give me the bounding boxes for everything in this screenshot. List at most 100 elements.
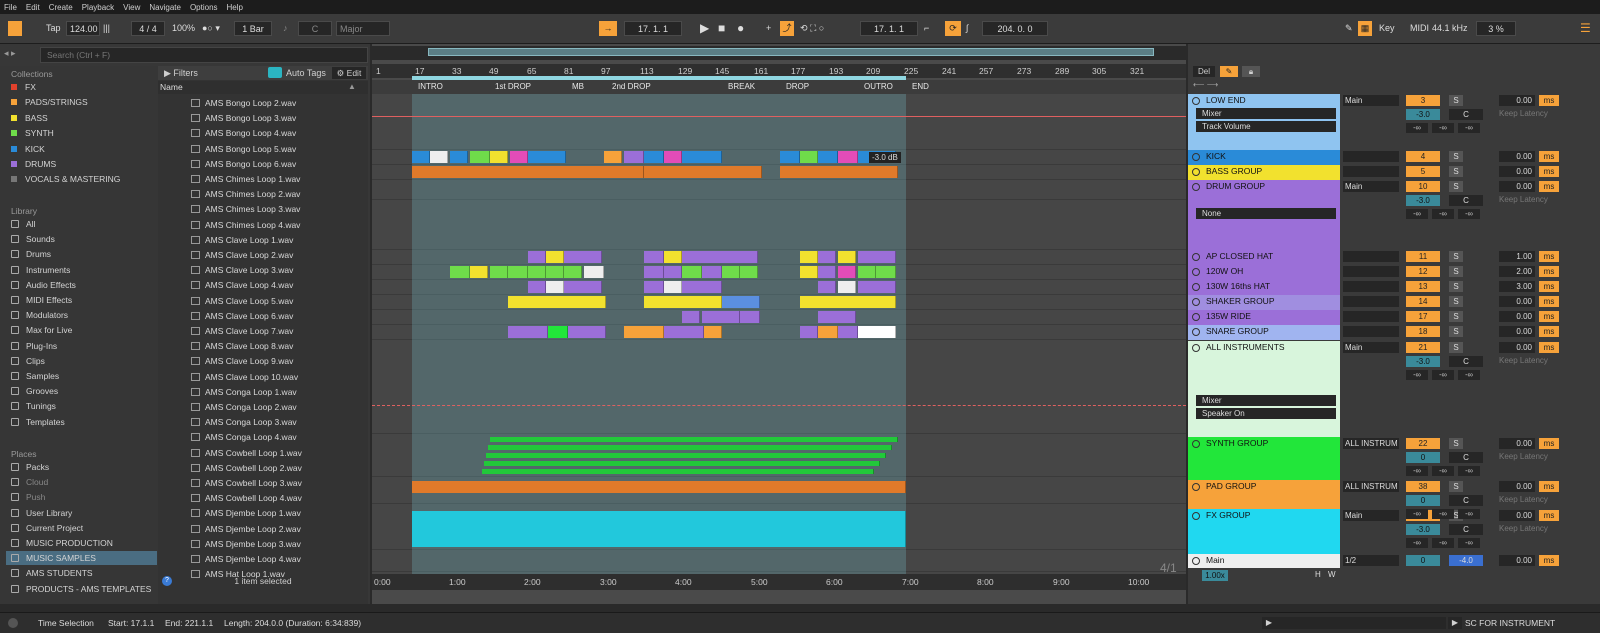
file-item[interactable]: AMS Bongo Loop 4.wav [191, 126, 296, 140]
clip[interactable] [858, 251, 896, 263]
library-item[interactable]: Modulators [11, 308, 157, 322]
file-item[interactable]: AMS Cowbell Loop 2.wav [191, 461, 302, 475]
h-button[interactable]: H [1315, 570, 1321, 579]
capture-icon[interactable]: ⟲ ⛶ ○ [800, 21, 824, 36]
tempo-rate[interactable]: 1.00x [1202, 570, 1228, 581]
track-activator[interactable]: 5 [1406, 166, 1440, 177]
places-item[interactable]: MUSIC SAMPLES [6, 551, 157, 566]
menu-item-options[interactable]: Options [190, 3, 218, 12]
track-activator[interactable]: 38 [1406, 481, 1440, 492]
track-delay[interactable]: 0.00 [1499, 151, 1535, 162]
delay-unit[interactable]: ms [1539, 555, 1559, 566]
track-volume[interactable]: 0 [1406, 452, 1440, 463]
delay-unit[interactable]: ms [1539, 181, 1559, 192]
key-select[interactable]: C [298, 21, 332, 36]
auto-tags-icon[interactable] [268, 67, 282, 78]
track-delay[interactable]: 0.00 [1499, 181, 1535, 192]
collection-item[interactable]: KICK [11, 142, 157, 156]
clip[interactable] [490, 151, 508, 163]
clip[interactable] [838, 151, 858, 163]
collection-item[interactable]: PADS/STRINGS [11, 95, 157, 109]
library-item[interactable]: Audio Effects [11, 278, 157, 292]
locator-marker[interactable]: 2nd DROP [606, 82, 651, 91]
arrangement-view[interactable]: 1 17 33 49 65 81 97 113 129 145 161 177 193 209 225 241… [372, 44, 1186, 604]
library-item[interactable]: Samples [11, 369, 157, 383]
record-icon[interactable]: ● [737, 21, 744, 36]
track-fold-icon[interactable] [1192, 440, 1200, 448]
output-routing[interactable]: ALL INSTRUM [1343, 481, 1399, 492]
clip[interactable] [564, 251, 602, 263]
menu-item-create[interactable]: Create [49, 3, 73, 12]
library-item[interactable]: Instruments [11, 263, 157, 277]
clip[interactable] [490, 266, 508, 278]
clip[interactable] [838, 326, 858, 338]
search-input[interactable]: Search (Ctrl + F) [40, 47, 368, 63]
track-lanes[interactable] [372, 94, 1186, 590]
clip[interactable] [644, 281, 664, 293]
clip[interactable] [818, 151, 838, 163]
output-routing[interactable] [1343, 266, 1399, 277]
delay-unit[interactable]: ms [1539, 166, 1559, 177]
clip[interactable] [682, 281, 722, 293]
main-track[interactable]: Main [1188, 554, 1340, 568]
library-item[interactable]: MIDI Effects [11, 293, 157, 307]
file-item[interactable]: AMS Clave Loop 3.wav [191, 263, 293, 277]
file-item[interactable]: AMS Clave Loop 6.wav [191, 309, 293, 323]
track-delay[interactable]: 0.00 [1499, 166, 1535, 177]
track-delay[interactable]: 1.00 [1499, 251, 1535, 262]
clip[interactable] [722, 296, 760, 308]
mixer-track[interactable]: 130W 16ths HAT [1188, 280, 1340, 295]
clip[interactable] [450, 151, 468, 163]
solo-button[interactable]: S [1449, 95, 1463, 106]
locator-marker[interactable]: END [906, 82, 929, 91]
file-item[interactable]: AMS Bongo Loop 5.wav [191, 142, 296, 156]
clip[interactable] [624, 326, 664, 338]
menu-icon[interactable]: ☰ [1580, 21, 1591, 36]
track-volume[interactable]: -3.0 [1406, 195, 1440, 206]
main-volume[interactable]: 0 [1406, 555, 1440, 566]
file-item[interactable]: AMS Cowbell Loop 3.wav [191, 476, 302, 490]
delay-unit[interactable]: ms [1539, 311, 1559, 322]
track-activator[interactable]: 4 [1406, 151, 1440, 162]
track-fold-icon[interactable] [1192, 483, 1200, 491]
clip[interactable] [546, 266, 564, 278]
collection-item[interactable]: FX [11, 80, 157, 94]
track-fold-icon[interactable] [1192, 344, 1200, 352]
track-pan[interactable]: C [1449, 495, 1483, 506]
device-chooser[interactable]: None [1196, 208, 1336, 219]
w-button[interactable]: W [1328, 570, 1336, 579]
track-fold-icon[interactable] [1192, 328, 1200, 336]
file-item[interactable]: AMS Clave Loop 7.wav [191, 324, 293, 338]
clip[interactable] [482, 469, 874, 474]
track-fold-icon[interactable] [1192, 183, 1200, 191]
mixer-track[interactable]: FX GROUP [1188, 509, 1340, 554]
clip[interactable] [858, 326, 896, 338]
library-item[interactable]: Drums [11, 247, 157, 261]
clip[interactable] [484, 461, 880, 466]
midi-map-button[interactable]: MIDI [1410, 21, 1429, 36]
locator-marker[interactable]: BREAK [722, 82, 755, 91]
delay-unit[interactable]: ms [1539, 326, 1559, 337]
mixer-track[interactable]: AP CLOSED HAT [1188, 250, 1340, 265]
overview-bar[interactable] [372, 46, 1186, 60]
main-routing[interactable]: 1/2 [1343, 555, 1399, 566]
mixer-track[interactable]: PAD GROUP [1188, 480, 1340, 509]
track-volume[interactable]: -3.0 [1406, 524, 1440, 535]
parameter-chooser[interactable]: Speaker On [1196, 408, 1336, 419]
automation-arm-icon[interactable]: ⤴ [780, 21, 794, 36]
delay-unit[interactable]: ms [1539, 481, 1559, 492]
file-item[interactable]: AMS Conga Loop 2.wav [191, 400, 297, 414]
mixer-track[interactable]: BASS GROUP [1188, 165, 1340, 180]
track-activator[interactable]: 12 [1406, 266, 1440, 277]
output-routing[interactable]: Main [1343, 342, 1399, 353]
loop-length-field[interactable]: 204. 0. 0 [982, 21, 1048, 36]
edit-button[interactable]: ⚙ Edit [332, 67, 366, 79]
track-activator[interactable]: 13 [1406, 281, 1440, 292]
output-routing[interactable]: Main [1343, 95, 1399, 106]
places-item[interactable]: Cloud [11, 475, 157, 489]
mixer-track[interactable]: SNARE GROUP [1188, 325, 1340, 340]
clip[interactable] [470, 266, 488, 278]
nav-arrows-icon[interactable]: ◂ ▸ [4, 48, 38, 62]
clip[interactable] [528, 251, 546, 263]
clip[interactable] [780, 151, 800, 163]
